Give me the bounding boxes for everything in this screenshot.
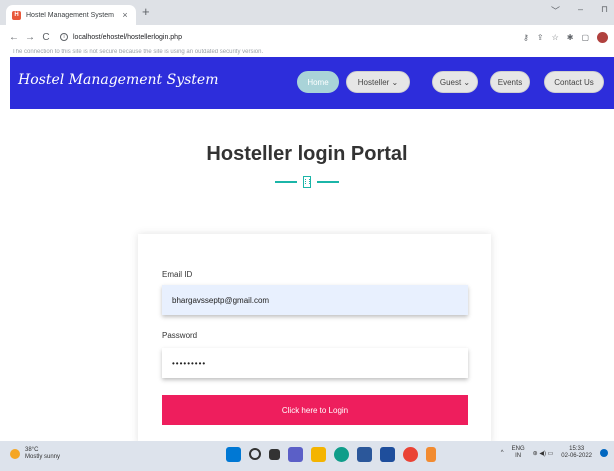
reload-icon[interactable]: C xyxy=(38,32,54,43)
weather-temp: 38°C xyxy=(25,447,39,453)
language-code: ENG xyxy=(511,446,525,452)
bookmark-star-icon[interactable]: ☆ xyxy=(552,33,559,42)
address-bar[interactable]: i localhost/ehostel/hostellerlogin.php xyxy=(60,29,523,45)
password-field[interactable] xyxy=(162,348,468,378)
back-icon[interactable]: ← xyxy=(6,32,22,43)
clock-date: 02-06-2022 xyxy=(561,453,592,459)
key-icon[interactable]: ⚷ xyxy=(523,33,529,42)
taskbar-apps xyxy=(226,447,436,462)
nav-hosteller[interactable]: Hosteller ⌄ xyxy=(346,71,410,93)
notification-icon[interactable] xyxy=(600,449,608,457)
tab-search-icon[interactable]: ﹀ xyxy=(551,4,560,17)
os-taskbar: 38°C Mostly sunny ^ ENG IN ⊛ ◀) ▭ 15:33 … xyxy=(0,441,614,471)
login-button[interactable]: Click here to Login xyxy=(162,395,468,425)
share-icon[interactable]: ⇪ xyxy=(537,33,544,42)
minimize-icon[interactable]: – xyxy=(578,4,583,17)
nav-events[interactable]: Events xyxy=(490,71,530,93)
xampp-icon[interactable] xyxy=(426,447,436,462)
sun-icon xyxy=(10,449,20,459)
divider-line-left xyxy=(275,181,297,183)
toolbar-actions: ⚷ ⇪ ☆ ✱ ▢ xyxy=(523,31,608,43)
store-icon[interactable] xyxy=(357,447,372,462)
chrome-icon[interactable] xyxy=(403,447,418,462)
login-card: Email ID Password Click here to Login xyxy=(138,234,491,444)
browser-tab-bar: H Hostel Management System × + ﹀ – ⊓ xyxy=(0,0,614,25)
word-icon[interactable] xyxy=(380,447,395,462)
tab-close-icon[interactable]: × xyxy=(120,10,130,20)
edge-icon[interactable] xyxy=(334,447,349,462)
nav-guest[interactable]: Guest ⌄ xyxy=(432,71,478,93)
clock[interactable]: 15:33 02-06-2022 xyxy=(561,446,592,460)
site-brand[interactable]: Hostel Management System xyxy=(18,72,218,88)
site-favicon-icon: H xyxy=(12,10,21,20)
title-divider xyxy=(0,174,614,190)
building-icon xyxy=(303,176,311,188)
clock-time: 15:33 xyxy=(569,446,585,452)
site-navbar: Hostel Management System Home Hosteller … xyxy=(10,57,614,109)
url-text: localhost/ehostel/hostellerlogin.php xyxy=(73,33,182,41)
divider-line-right xyxy=(317,181,339,183)
tab-title: Hostel Management System xyxy=(26,11,114,19)
tray-chevron-icon[interactable]: ^ xyxy=(501,450,504,456)
extensions-icon[interactable]: ✱ xyxy=(567,33,574,42)
window-controls: ﹀ – ⊓ xyxy=(551,4,608,17)
password-label: Password xyxy=(162,331,198,340)
network-volume-battery-icon[interactable]: ⊛ ◀) ▭ xyxy=(533,450,554,457)
profile-avatar[interactable] xyxy=(597,31,608,43)
region-code: IN xyxy=(515,453,522,459)
browser-tab[interactable]: H Hostel Management System × xyxy=(6,5,136,25)
page-title: Hosteller login Portal xyxy=(206,143,408,165)
weather-desc: Mostly sunny xyxy=(25,454,61,460)
start-icon[interactable] xyxy=(226,447,241,462)
system-tray: ^ ENG IN ⊛ ◀) ▭ 15:33 02-06-2022 xyxy=(501,446,608,460)
search-icon[interactable] xyxy=(249,448,261,460)
nav-contact-us[interactable]: Contact Us xyxy=(544,71,604,93)
email-label: Email ID xyxy=(162,270,193,279)
language-indicator[interactable]: ENG IN xyxy=(512,446,525,460)
nav-home[interactable]: Home xyxy=(297,71,339,93)
email-field[interactable] xyxy=(162,285,468,315)
forward-icon[interactable]: → xyxy=(22,32,38,43)
browser-toolbar: ← → C i localhost/ehostel/hostellerlogin… xyxy=(0,25,614,49)
task-view-icon[interactable] xyxy=(269,449,280,460)
side-panel-icon[interactable]: ▢ xyxy=(581,33,589,42)
site-info-icon[interactable]: i xyxy=(60,33,68,41)
weather-widget[interactable]: 38°C Mostly sunny xyxy=(10,447,60,461)
security-warning-text: The connection to this site is not secur… xyxy=(12,49,264,55)
file-explorer-icon[interactable] xyxy=(311,447,326,462)
chat-icon[interactable] xyxy=(288,447,303,462)
new-tab-button[interactable]: + xyxy=(142,5,150,19)
restore-icon[interactable]: ⊓ xyxy=(601,4,608,17)
